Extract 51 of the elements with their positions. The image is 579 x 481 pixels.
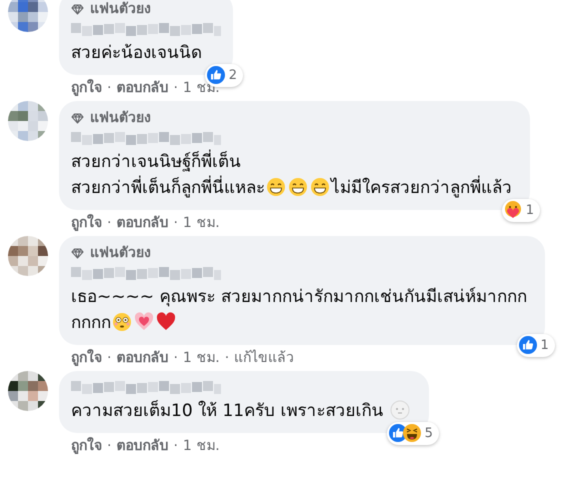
action-link[interactable]: ถูกใจ	[71, 214, 102, 232]
diamond-icon	[71, 113, 84, 124]
action-link[interactable]: ตอบกลับ	[116, 349, 168, 367]
reaction-badge[interactable]: 1	[516, 334, 555, 357]
separator-dot: ·	[107, 79, 112, 97]
action-link[interactable]: ตอบกลับ	[116, 79, 168, 97]
comment-text: สวยค่ะน้องเจนนิด	[71, 42, 203, 65]
separator-dot: ·	[173, 349, 178, 367]
grin-emoji-icon	[310, 177, 330, 197]
reaction-count: 1	[540, 336, 549, 354]
reaction-badge[interactable]: 5	[386, 422, 439, 445]
badge-label: แฟนตัวยง	[90, 244, 151, 263]
action-link[interactable]: ถูกใจ	[71, 349, 102, 367]
reaction-badge[interactable]: 1	[502, 198, 540, 222]
comment-text: สวยกว่าพี่เต็นก็ลูกพี่นี่แหละ ไม่มีใครสวยกว่าลูกพี่แล้ว	[71, 175, 518, 201]
comment-text: เธอ~~~~ คุณพระ สวยมากกน่ารักมากกเช่นกันมีเสน่ห์มากกก	[71, 286, 528, 309]
separator-dot: ·	[224, 349, 230, 367]
reaction-count: 5	[424, 424, 433, 442]
reaction-count: 1	[526, 202, 534, 220]
action-link[interactable]: ตอบกลับ	[116, 437, 168, 455]
diamond-icon	[71, 248, 84, 259]
comment-text: สวยกว่าเจนนิษฐ์ก็พี่เต็น	[71, 149, 518, 175]
grin-emoji-icon	[266, 177, 286, 197]
action-link[interactable]: ตอบกลับ	[116, 214, 168, 232]
separator-dot: ·	[107, 214, 112, 232]
timestamp: 1 ชม.	[182, 437, 220, 455]
separator-dot: ·	[107, 437, 112, 455]
flushed-emoji-icon	[112, 312, 132, 332]
badge-label: แฟนตัวยง	[90, 109, 151, 128]
hugging-face-icon	[504, 201, 522, 220]
action-link[interactable]: ถูกใจ	[71, 79, 102, 97]
timestamp: 1 ชม.	[182, 214, 220, 232]
diamond-icon	[71, 4, 84, 15]
comment-text: ความสวยเต็ม10 ให้ 11ครับ เพราะสวยเกิน	[71, 398, 417, 424]
reaction-count: 2	[228, 66, 237, 84]
timestamp: แก้ไขแล้ว	[234, 349, 294, 367]
like-icon	[206, 66, 225, 84]
like-icon	[518, 336, 537, 354]
separator-dot: ·	[107, 349, 112, 367]
separator-dot: ·	[173, 79, 178, 97]
grin-emoji-icon	[288, 177, 308, 197]
comment-text: กกกก	[71, 310, 533, 336]
timestamp: 1 ชม.	[182, 349, 220, 367]
badge-label: แฟนตัวยง	[90, 0, 151, 19]
moon-face-icon	[390, 400, 410, 420]
separator-dot: ·	[173, 437, 178, 455]
action-link[interactable]: ถูกใจ	[71, 437, 102, 455]
laughing-face-icon	[402, 424, 421, 442]
separator-dot: ·	[173, 214, 178, 232]
sparkling-heart-icon	[134, 312, 154, 332]
heart-icon	[156, 312, 176, 332]
